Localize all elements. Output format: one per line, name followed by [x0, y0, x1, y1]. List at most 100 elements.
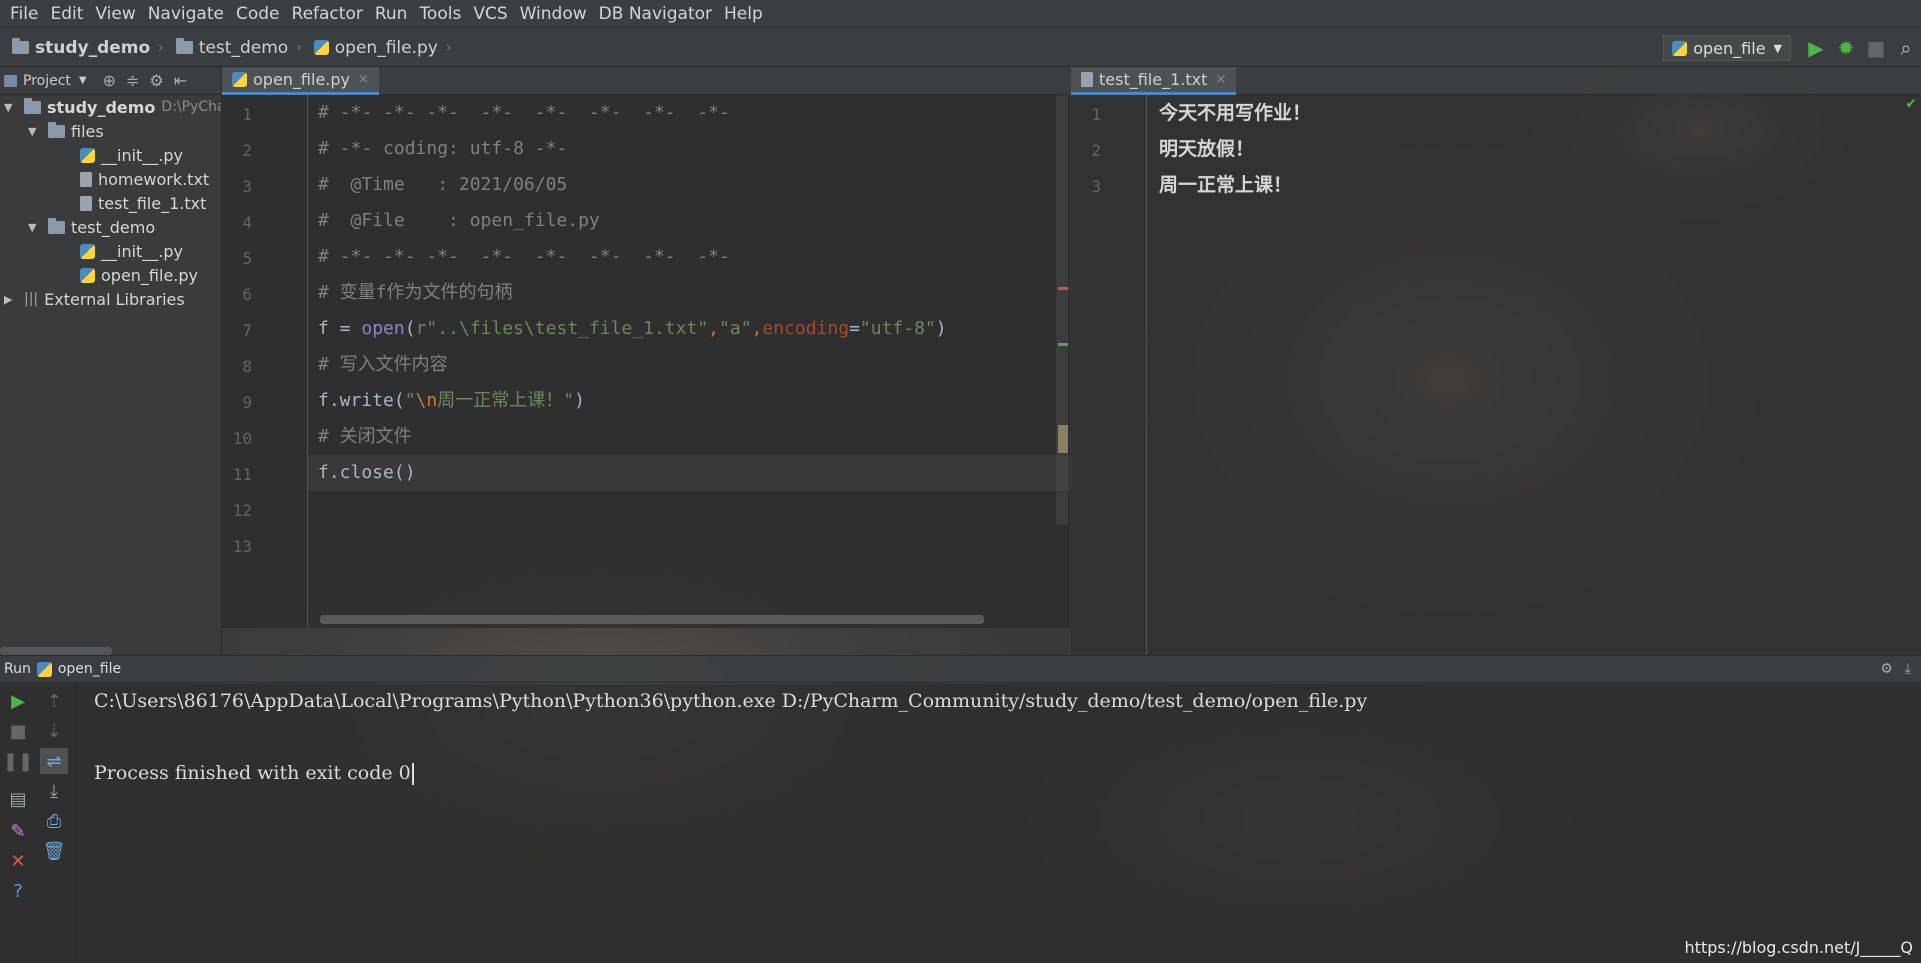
tree-item-open-file[interactable]: open_file.py: [80, 263, 198, 287]
menu-db-navigator[interactable]: DB Navigator: [593, 0, 718, 28]
menu-bar: File Edit View Navigate Code Refactor Ru…: [0, 0, 1921, 28]
stop-icon[interactable]: ■: [1861, 33, 1891, 63]
python-file-icon: [80, 267, 95, 283]
restore-layout-icon[interactable]: ▤: [4, 786, 32, 812]
project-horizontal-scrollbar[interactable]: [0, 647, 112, 655]
tree-item-test-file-1[interactable]: test_file_1.txt: [80, 191, 206, 215]
editor-horizontal-scrollbar[interactable]: [320, 615, 984, 624]
help-icon[interactable]: ?: [4, 878, 32, 904]
menu-file[interactable]: File: [4, 0, 44, 28]
menu-code[interactable]: Code: [230, 0, 286, 28]
tab-open-file[interactable]: open_file.py ×: [222, 67, 379, 95]
code-line: f.write("\n周一正常上课！"): [318, 383, 585, 419]
menu-edit[interactable]: Edit: [44, 0, 89, 28]
chevron-down-icon: ▼: [1773, 41, 1782, 55]
tree-item-test-demo[interactable]: ▼ test_demo: [28, 215, 155, 239]
tree-item-label: files: [71, 121, 104, 141]
console-command-line: C:\Users\86176\AppData\Local\Programs\Py…: [94, 690, 1368, 712]
pin-icon[interactable]: ✎: [4, 818, 32, 844]
arrow-up-icon[interactable]: ⇡: [40, 688, 68, 714]
close-icon[interactable]: ×: [1215, 72, 1226, 87]
line-number: 1: [242, 105, 252, 124]
pause-icon[interactable]: ❚❚: [3, 748, 33, 774]
menu-refactor[interactable]: Refactor: [286, 0, 369, 28]
code-line: # -*- coding: utf-8 -*-: [318, 138, 568, 159]
code-token: r"..\files\test_file_1.txt": [415, 318, 709, 339]
run-icon[interactable]: ▶: [1801, 33, 1831, 63]
breadcrumb-file[interactable]: open_file.py ›: [313, 37, 451, 58]
tree-item-label: homework.txt: [98, 169, 210, 189]
python-file-icon: [36, 661, 52, 677]
right-editor-tab-bar: test_file_1.txt ×: [1071, 67, 1921, 95]
print-icon[interactable]: ⎙: [40, 808, 68, 834]
line-number: 2: [242, 141, 252, 160]
stop-icon[interactable]: ■: [4, 718, 32, 744]
code-token: ,: [751, 318, 763, 339]
menu-window[interactable]: Window: [514, 0, 593, 28]
menu-navigate[interactable]: Navigate: [142, 0, 230, 28]
minimize-icon[interactable]: ⤓: [1905, 661, 1911, 677]
gear-icon[interactable]: ⚙: [149, 71, 163, 90]
code-area[interactable]: # -*- -*- -*- -*- -*- -*- -*- -*- # -*- …: [318, 95, 1058, 615]
python-file-icon: [80, 243, 95, 259]
breadcrumb-file-label: open_file.py: [334, 37, 438, 58]
breadcrumb-folder[interactable]: test_demo ›: [175, 38, 302, 58]
gear-icon[interactable]: ⚙: [1880, 661, 1893, 677]
code-line: # @Time : 2021/06/05: [318, 174, 568, 195]
text-file-editor[interactable]: 1 2 3 今天不用写作业！ 明天放假！ 周一正常上课！: [1071, 95, 1921, 655]
editor-vertical-scrollbar[interactable]: [1056, 95, 1068, 525]
code-token: encoding: [762, 318, 850, 339]
project-tree: ▼ study_demo D:\PyCharm ▼ files __init__…: [0, 95, 222, 655]
chevron-right-icon: ›: [158, 39, 164, 56]
arrow-down-icon[interactable]: ⇣: [40, 718, 68, 744]
code-line: # 关闭文件: [318, 426, 412, 447]
run-panel-config[interactable]: open_file: [58, 661, 121, 677]
menu-help[interactable]: Help: [718, 0, 769, 28]
scroll-to-end-icon[interactable]: ⤓: [40, 778, 68, 804]
close-icon[interactable]: ×: [358, 72, 369, 87]
python-file-icon: [80, 147, 95, 163]
code-token: =: [328, 318, 362, 339]
search-icon[interactable]: ⌕: [1891, 33, 1921, 63]
hide-panel-icon[interactable]: ⇤: [174, 71, 187, 90]
change-marker: [1058, 343, 1068, 346]
tree-item-homework[interactable]: homework.txt: [80, 167, 209, 191]
line-number: 11: [232, 465, 252, 484]
run-configuration-select[interactable]: open_file ▼: [1663, 35, 1791, 61]
locate-icon[interactable]: ⊕: [103, 71, 116, 90]
soft-wrap-icon[interactable]: ⇌: [40, 748, 68, 774]
tree-item-external-libraries[interactable]: ▶ ||| External Libraries: [4, 287, 185, 311]
python-file-icon: [1672, 40, 1688, 56]
text-line: 今天不用写作业！: [1159, 102, 1312, 124]
tab-test-file-1[interactable]: test_file_1.txt ×: [1071, 67, 1237, 95]
run-panel-title: Run: [4, 661, 31, 677]
chevron-down-icon: ▼: [78, 75, 87, 86]
tab-label: test_file_1.txt: [1099, 70, 1208, 89]
breadcrumb-project[interactable]: study_demo ›: [12, 38, 164, 58]
line-number: 8: [242, 357, 252, 376]
code-token: f: [318, 318, 329, 339]
tree-item-files[interactable]: ▼ files: [28, 119, 104, 143]
run-panel-header: Run open_file ⚙ ⤓: [0, 655, 1921, 683]
project-view-select[interactable]: Project ▼: [4, 73, 87, 89]
debug-icon[interactable]: ✹: [1831, 33, 1861, 63]
code-token: 周一正常上课！": [437, 390, 575, 411]
inspection-ok-icon: ✔: [1905, 96, 1917, 112]
rerun-icon[interactable]: ▶: [4, 688, 32, 714]
collapse-icon[interactable]: ≑: [126, 71, 139, 90]
close-icon[interactable]: ✕: [4, 848, 32, 874]
tree-root-study-demo[interactable]: ▼ study_demo D:\PyCharm: [4, 95, 221, 119]
code-editor[interactable]: 1 2 3 4 5 6 7 8 9 10 11 12 13 # -*- -*- …: [222, 95, 1070, 628]
menu-vcs[interactable]: VCS: [467, 0, 513, 28]
scroll-thumb[interactable]: [1058, 425, 1068, 453]
tree-item-files-init[interactable]: __init__.py: [80, 143, 183, 167]
menu-view[interactable]: View: [89, 0, 141, 28]
trash-icon[interactable]: 🗑: [40, 838, 68, 864]
tree-item-test-demo-init[interactable]: __init__.py: [80, 239, 183, 263]
run-console-toolbar: ▶ ⇡ ■ ⇣ ❚❚ ⇌ ▤ ⤓ ⎙ ✎ 🗑 ✕ ?: [0, 684, 76, 963]
project-panel-header: Project ▼ ⊕ ≑ ⚙ ⇤: [0, 67, 222, 95]
tree-item-label: open_file.py: [101, 265, 199, 285]
line-number: 12: [232, 501, 252, 520]
menu-run[interactable]: Run: [369, 0, 414, 28]
menu-tools[interactable]: Tools: [413, 0, 467, 28]
